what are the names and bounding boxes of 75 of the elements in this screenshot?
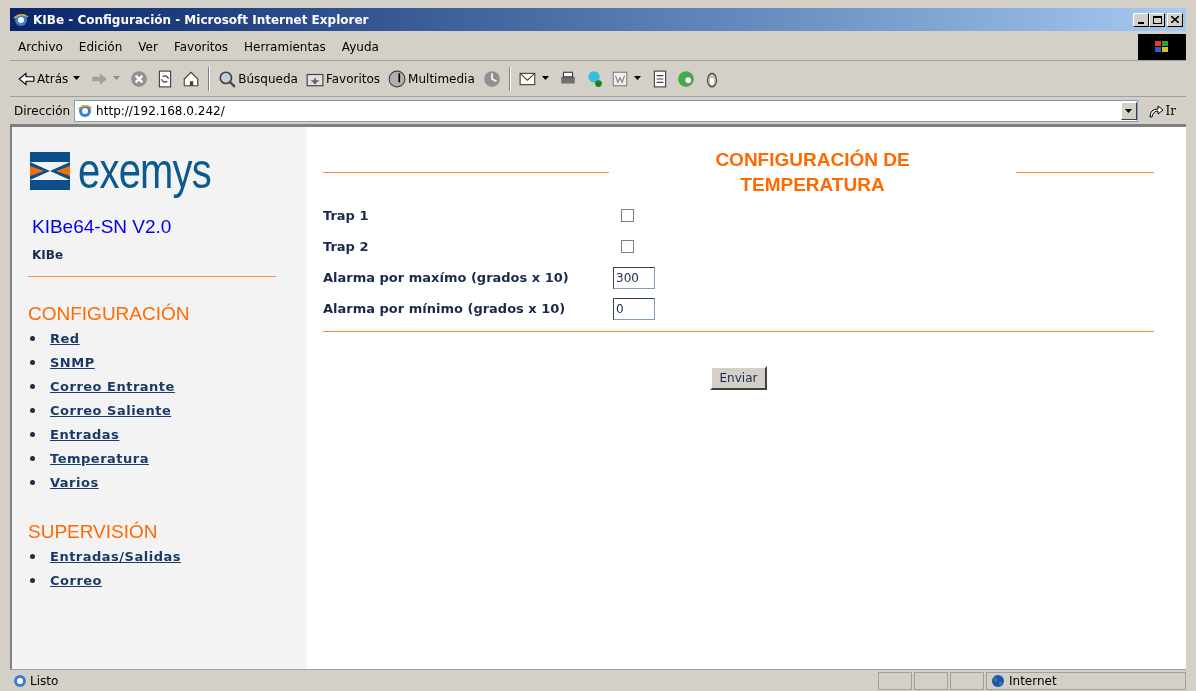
page-title: CONFIGURACIÓN DE TEMPERATURA (714, 148, 911, 197)
address-field[interactable]: http://192.168.0.242/ (74, 99, 1138, 122)
nav-link[interactable]: Entradas (50, 424, 120, 445)
checkbox[interactable] (621, 209, 634, 222)
product-name: KIBe64-SN V2.0 (31, 215, 173, 239)
back-arrow-icon (17, 69, 35, 88)
nav-link[interactable]: Temperatura (50, 448, 149, 469)
status-panel (878, 671, 912, 690)
search-icon (218, 69, 237, 88)
zone-text: Internet (1009, 672, 1057, 690)
home-icon (182, 69, 201, 88)
address-text: http://192.168.0.242/ (96, 102, 226, 120)
field-label: Trap 1 (323, 206, 370, 225)
close-button[interactable] (1167, 12, 1183, 27)
window-title: KIBe - Configuración - Microsoft Internet Explorer (33, 11, 370, 29)
menu-item[interactable]: Archivo (10, 37, 71, 56)
input-field[interactable]: 0 (613, 297, 655, 320)
menu-item[interactable]: Ver (130, 37, 166, 56)
menu-item[interactable]: Edición (70, 37, 131, 56)
bullet-icon (30, 384, 35, 389)
bullet-icon (30, 578, 35, 583)
nav-link[interactable]: Varios (50, 472, 99, 493)
submit-button[interactable]: Enviar (709, 366, 768, 390)
bullet-icon (30, 432, 35, 437)
bullet-icon (30, 456, 35, 461)
ie-icon (12, 672, 28, 689)
status-panel (950, 671, 984, 690)
media-button[interactable]: Multimedia (385, 64, 478, 93)
section-heading: CONFIGURACIÓN (28, 302, 191, 325)
menu-item[interactable]: Ayuda (333, 37, 387, 56)
menu-item[interactable]: Herramientas (236, 37, 334, 56)
bullet-icon (30, 480, 35, 485)
bullet-icon (30, 336, 35, 341)
nav-link[interactable]: Red (50, 328, 80, 349)
history-icon (482, 69, 501, 88)
caret-icon[interactable] (633, 75, 642, 82)
caret-icon (1125, 108, 1132, 113)
back-button[interactable]: Atrás (14, 64, 72, 93)
ie-icon (77, 102, 94, 119)
input-field[interactable]: 300 (613, 266, 655, 289)
caret-icon[interactable] (73, 75, 82, 82)
favorites-button[interactable]: Favoritos (302, 64, 384, 93)
ie-icon (13, 11, 29, 28)
section-heading: SUPERVISIÓN (28, 520, 159, 543)
minimize-button[interactable] (1133, 12, 1149, 27)
nav-link[interactable]: Correo Entrante (50, 376, 175, 397)
nav-link[interactable]: SNMP (50, 352, 95, 373)
bullet-icon (30, 554, 35, 559)
field-label: Alarma por maxímo (grados x 10) (323, 268, 570, 287)
windows-logo-icon (1138, 33, 1186, 60)
bullet-icon (30, 408, 35, 413)
field-label: Trap 2 (323, 237, 370, 256)
field-label: Alarma por mínimo (grados x 10) (323, 299, 567, 318)
status-panel (914, 671, 948, 690)
product-subtitle: KIBe (31, 246, 65, 264)
go-button[interactable]: Ir (1141, 99, 1182, 122)
address-label: Dirección (14, 102, 71, 120)
stop-icon (130, 69, 149, 88)
dropdown-button[interactable] (1120, 101, 1137, 120)
status-text: Listo (30, 672, 60, 690)
close-icon (1171, 16, 1179, 23)
media-icon (388, 69, 407, 88)
menu-item[interactable]: Favoritos (165, 37, 237, 56)
search-button[interactable]: Búsqueda (215, 64, 301, 93)
nav-link[interactable]: Correo (50, 570, 103, 591)
nav-link[interactable]: Correo Saliente (50, 400, 172, 421)
bullet-icon (30, 360, 35, 365)
logo-text: exemys (78, 146, 211, 196)
go-arrow-icon (1147, 103, 1164, 118)
document-w-icon (610, 69, 629, 88)
checkbox[interactable] (621, 240, 634, 253)
caret-icon[interactable] (541, 75, 550, 82)
maximize-button[interactable] (1149, 12, 1165, 27)
nav-link[interactable]: Entradas/Salidas (50, 546, 181, 567)
logo-icon (30, 152, 72, 190)
